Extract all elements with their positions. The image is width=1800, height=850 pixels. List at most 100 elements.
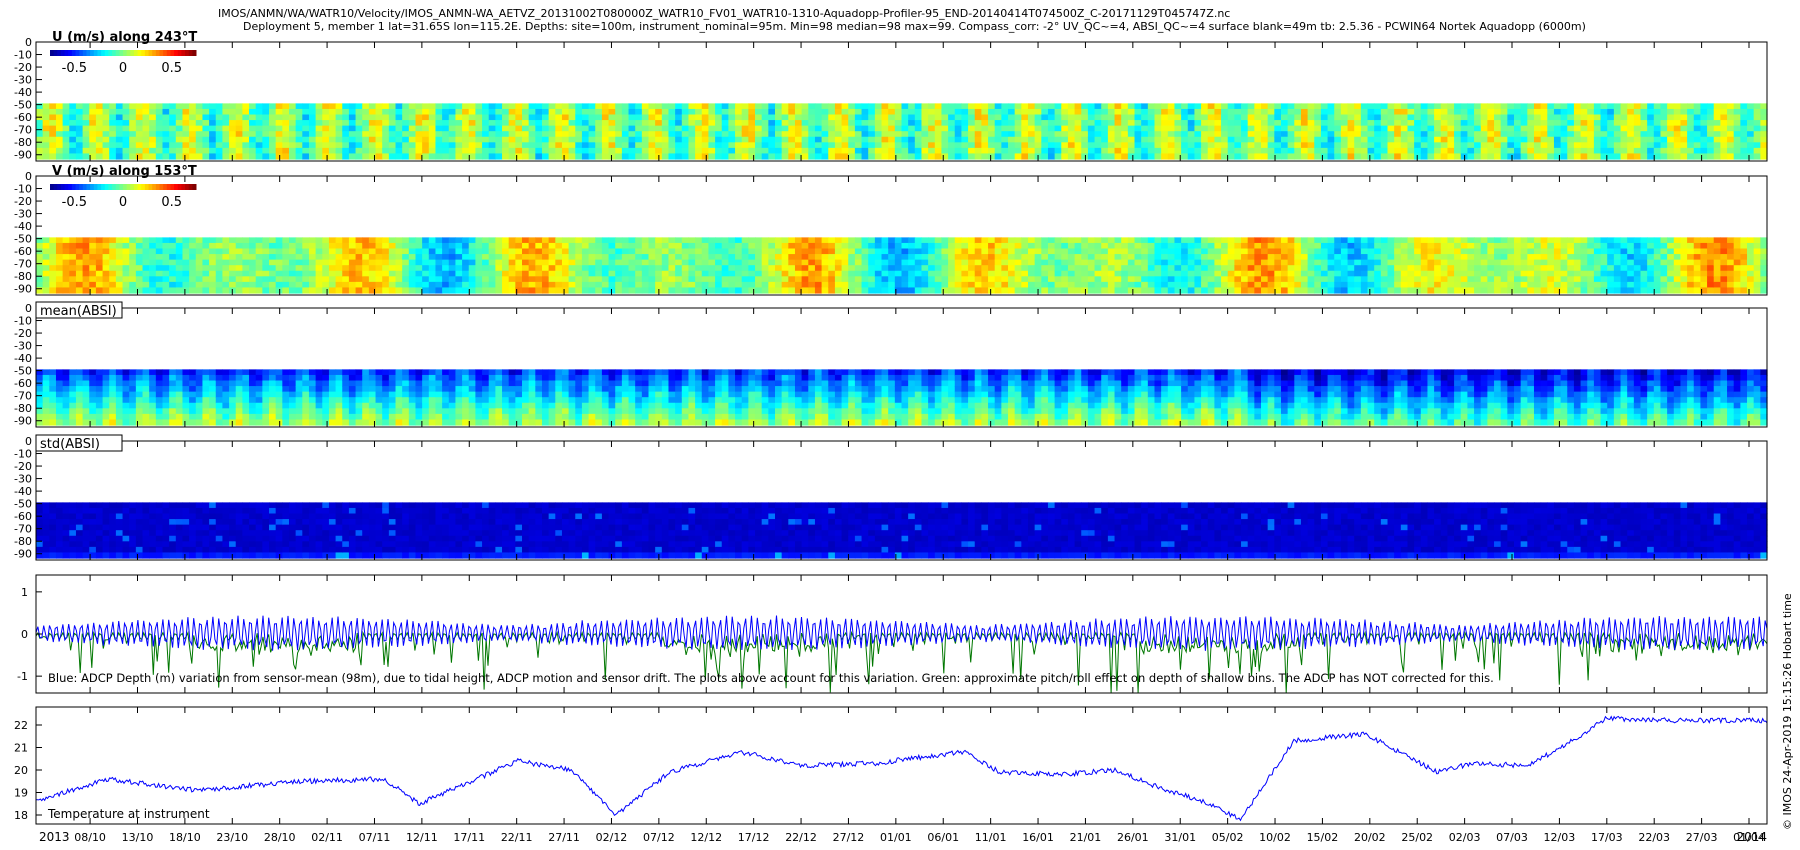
heatmap-cell xyxy=(355,136,363,143)
heatmap-cell xyxy=(1008,254,1016,261)
heatmap-cell xyxy=(42,120,50,127)
heatmap-cell xyxy=(1487,248,1495,255)
heatmap-cell xyxy=(1733,114,1741,121)
heatmap-cell xyxy=(708,287,716,294)
heatmap-cell xyxy=(828,125,836,132)
heatmap-cell xyxy=(375,153,383,160)
heatmap-cell xyxy=(834,248,843,255)
heatmap-cell xyxy=(262,248,270,255)
heatmap-cell xyxy=(1094,136,1102,143)
heatmap-cell xyxy=(382,281,390,289)
heatmap-cell xyxy=(222,242,230,250)
heatmap-cell xyxy=(794,248,803,255)
heatmap-cell xyxy=(695,131,703,138)
heatmap-cell xyxy=(1127,125,1136,132)
heatmap-cell xyxy=(1700,103,1708,110)
heatmap-cell xyxy=(408,248,417,255)
heatmap-cell xyxy=(1367,125,1375,132)
heatmap-cell xyxy=(62,242,70,250)
heatmap-cell xyxy=(1387,276,1395,283)
heatmap-cell xyxy=(1161,287,1169,294)
heatmap-cell xyxy=(428,254,437,261)
heatmap-cell xyxy=(1647,147,1655,155)
heatmap-cell xyxy=(288,254,297,261)
heatmap-cell xyxy=(1174,237,1182,244)
heatmap-cell xyxy=(1187,276,1196,283)
heatmap-cell xyxy=(435,276,443,283)
heatmap-cell xyxy=(1047,147,1056,155)
heatmap-cell xyxy=(189,265,197,272)
heatmap-cell xyxy=(1207,120,1216,127)
heatmap-cell xyxy=(894,281,903,289)
heatmap-cell xyxy=(1241,237,1249,244)
heatmap-cell xyxy=(1221,120,1229,127)
heatmap-cell xyxy=(122,248,130,255)
heatmap-cell xyxy=(814,237,823,244)
heatmap-cell xyxy=(794,254,803,261)
heatmap-cell xyxy=(249,265,257,272)
heatmap-cell xyxy=(555,237,563,244)
heatmap-cell xyxy=(1201,147,1209,155)
heatmap-cell xyxy=(575,248,583,255)
heatmap-cell xyxy=(182,287,190,294)
heatmap-cell xyxy=(395,147,403,155)
heatmap-cell xyxy=(1514,103,1522,110)
colorbar-segment xyxy=(60,50,66,56)
heatmap-cell xyxy=(1454,153,1462,160)
heatmap-cell xyxy=(382,270,390,277)
heatmap-cell xyxy=(515,103,523,110)
heatmap-cell xyxy=(149,287,157,294)
heatmap-cell xyxy=(775,287,783,294)
heatmap-cell xyxy=(315,147,323,155)
heatmap-cell xyxy=(1107,248,1116,255)
heatmap-cell xyxy=(1047,131,1056,138)
heatmap-cell xyxy=(575,270,583,277)
heatmap-cell xyxy=(435,248,443,255)
heatmap-cell xyxy=(1047,142,1056,149)
heatmap-cell xyxy=(448,287,457,294)
heatmap-cell xyxy=(528,254,536,261)
heatmap-cell xyxy=(155,131,164,138)
heatmap-cell xyxy=(1394,114,1402,121)
heatmap-cell xyxy=(1747,108,1755,116)
heatmap-cell xyxy=(395,276,403,283)
heatmap-cell xyxy=(661,147,670,155)
heatmap-cell xyxy=(1573,120,1582,127)
heatmap-cell xyxy=(781,125,789,132)
heatmap-cell xyxy=(715,276,723,283)
heatmap-cell xyxy=(601,242,610,250)
heatmap-cell xyxy=(808,242,816,250)
heatmap-cell xyxy=(388,259,397,266)
heatmap-cell xyxy=(948,248,956,255)
heatmap-cell xyxy=(1374,281,1382,289)
heatmap-cell xyxy=(861,248,869,255)
heatmap-cell xyxy=(1673,153,1682,160)
heatmap-cell xyxy=(222,265,230,272)
heatmap-cell xyxy=(948,270,956,277)
heatmap-cell xyxy=(854,131,863,138)
heatmap-cell xyxy=(1141,281,1149,289)
heatmap-cell xyxy=(988,248,996,255)
heatmap-cell xyxy=(1387,270,1395,277)
heatmap-cell xyxy=(315,270,323,277)
heatmap-cell xyxy=(302,237,310,244)
heatmap-cell xyxy=(202,103,210,110)
heatmap-cell xyxy=(1340,120,1349,127)
heatmap-cell xyxy=(195,153,204,160)
heatmap-cell xyxy=(395,248,403,255)
heatmap-cell xyxy=(428,131,437,138)
heatmap-cell xyxy=(1547,131,1555,138)
heatmap-cell xyxy=(1134,103,1142,110)
heatmap-cell xyxy=(834,270,843,277)
heatmap-cell xyxy=(322,265,330,272)
heatmap-cell xyxy=(435,153,443,160)
heatmap-cell xyxy=(42,270,50,277)
heatmap-cell xyxy=(368,125,377,132)
heatmap-cell xyxy=(422,248,430,255)
heatmap-cell xyxy=(768,153,776,160)
heatmap-cell xyxy=(375,120,383,127)
heatmap-cell xyxy=(941,153,949,160)
heatmap-cell xyxy=(448,114,457,121)
heatmap-cell xyxy=(442,270,450,277)
heatmap-cell xyxy=(1187,259,1196,266)
